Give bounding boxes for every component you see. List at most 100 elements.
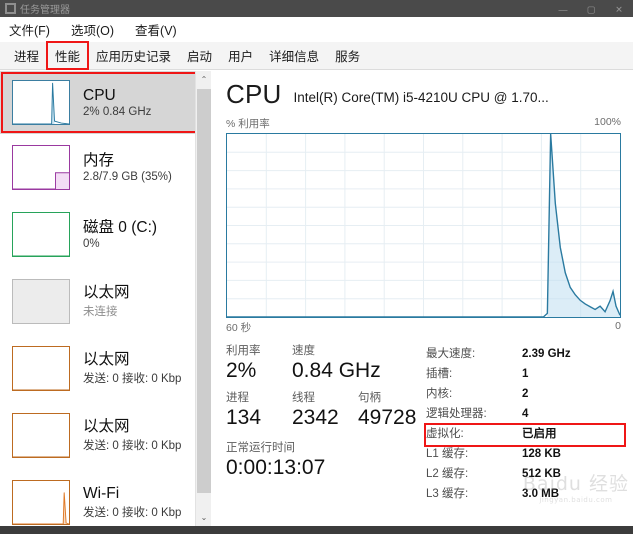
spec-logical-processors-value: 4 xyxy=(522,408,529,420)
spec-virtualization: 虚拟化: 已启用 xyxy=(424,423,626,447)
sidebar-item-ethernet-3-title: 以太网 xyxy=(83,417,130,435)
ethernet-3-thumbnail-chart xyxy=(12,413,70,458)
spec-max-speed: 最大速度: 2.39 GHz xyxy=(426,345,624,365)
sidebar-item-cpu-text: CPU 2% 0.84 GHz xyxy=(83,87,151,119)
sidebar-item-memory[interactable]: 内存 2.8/7.9 GB (35%) xyxy=(0,134,211,201)
menu-bar: 文件(F) 选项(O) 查看(V) xyxy=(0,17,633,41)
sidebar-item-disk-title: 磁盘 0 (C:) xyxy=(83,218,158,236)
graph-y-axis-labels: % 利用率 100% xyxy=(226,116,621,131)
page-title: CPU xyxy=(226,79,282,109)
maximize-button[interactable]: ▢ xyxy=(577,0,605,17)
graph-x-axis-labels: 60 秒 0 xyxy=(226,320,621,335)
spec-cores: 内核: 2 xyxy=(426,385,624,405)
metric-handles-label: 句柄 xyxy=(358,391,381,404)
cpu-specs-column: 最大速度: 2.39 GHz 插槽: 1 内核: 2 逻辑处理器: 4 虚拟化:… xyxy=(424,345,626,505)
tab-performance[interactable]: 性能 xyxy=(46,41,90,70)
metric-processes-value: 134 xyxy=(226,405,262,429)
sidebar-item-disk-sub: 0% xyxy=(83,238,100,251)
spec-cores-value: 2 xyxy=(522,388,529,400)
maximize-icon: ▢ xyxy=(586,4,596,15)
title-bar: 任务管理器 — ▢ ✕ xyxy=(0,0,633,17)
menu-options[interactable]: 选项(O) xyxy=(69,18,123,41)
sidebar-item-ethernet-3-sub: 发送: 0 接收: 0 Kbp xyxy=(83,440,182,453)
cpu-thumbnail-chart xyxy=(12,80,70,125)
sidebar-scrollbar[interactable]: ⌃ ⌄ xyxy=(195,71,211,526)
metric-uptime: 正常运行时间 0:00:13:07 xyxy=(226,439,426,480)
y-axis-label: % 利用率 xyxy=(226,118,270,130)
cpu-header: CPU Intel(R) Core(TM) i5-4210U CPU @ 1.7… xyxy=(226,79,621,110)
spec-l3-cache-value: 3.0 MB xyxy=(522,488,560,500)
tab-processes[interactable]: 进程 xyxy=(6,42,47,69)
spec-l2-cache: L2 缓存: 512 KB xyxy=(426,465,624,485)
spec-l1-cache-key: L1 缓存: xyxy=(426,448,469,460)
tab-details[interactable]: 详细信息 xyxy=(261,42,327,69)
sidebar-item-disk[interactable]: 磁盘 0 (C:) 0% xyxy=(0,201,211,268)
spec-max-speed-value: 2.39 GHz xyxy=(522,348,571,360)
resource-sidebar: CPU 2% 0.84 GHz 内存 2.8/7.9 GB (35%) 磁盘 0… xyxy=(0,71,211,526)
sidebar-item-cpu-title: CPU xyxy=(83,86,116,104)
tab-app-history[interactable]: 应用历史记录 xyxy=(88,42,179,69)
sidebar-item-wifi-sub: 发送: 0 接收: 0 Kbp xyxy=(83,507,182,520)
task-manager-window: 任务管理器 — ▢ ✕ 文件(F) 选项(O) 查看(V) 进程 性能 应用历史… xyxy=(0,0,633,534)
close-icon: ✕ xyxy=(615,4,623,15)
x-axis-right-label: 0 xyxy=(615,320,621,332)
metric-processes-label: 进程 xyxy=(226,391,249,404)
tab-services[interactable]: 服务 xyxy=(327,42,368,69)
spec-l3-cache-key: L3 缓存: xyxy=(426,488,469,500)
sidebar-item-ethernet-1-sub: 未连接 xyxy=(83,306,118,319)
window-controls: — ▢ ✕ xyxy=(549,0,633,17)
scrollbar-thumb[interactable] xyxy=(197,89,211,493)
performance-content: CPU 2% 0.84 GHz 内存 2.8/7.9 GB (35%) 磁盘 0… xyxy=(0,71,633,526)
scroll-down-arrow-icon[interactable]: ⌄ xyxy=(196,509,211,526)
wifi-thumbnail-chart xyxy=(12,480,70,525)
close-button[interactable]: ✕ xyxy=(605,0,633,17)
window-title: 任务管理器 xyxy=(20,5,70,16)
metric-row-2: 进程 134 线程 2342 句柄 49728 xyxy=(226,392,426,430)
minimize-button[interactable]: — xyxy=(549,0,577,17)
metric-row-1: 利用率 2% 速度 0.84 GHz xyxy=(226,345,426,383)
metric-threads-label: 线程 xyxy=(292,391,315,404)
cpu-model-label: Intel(R) Core(TM) i5-4210U CPU @ 1.70... xyxy=(293,90,549,105)
taskmanager-icon xyxy=(5,3,16,14)
metric-handles: 句柄 49728 xyxy=(358,392,424,430)
sidebar-item-ethernet-3-text: 以太网 发送: 0 接收: 0 Kbp xyxy=(83,418,181,454)
sidebar-item-cpu[interactable]: CPU 2% 0.84 GHz xyxy=(0,71,211,134)
metric-utilization: 利用率 2% xyxy=(226,345,292,383)
cpu-graph-svg xyxy=(227,134,620,317)
metric-uptime-label: 正常运行时间 xyxy=(226,441,295,454)
sidebar-item-ethernet-1[interactable]: 以太网 未连接 xyxy=(0,268,211,335)
spec-l1-cache-value: 128 KB xyxy=(522,448,561,460)
spec-l1-cache: L1 缓存: 128 KB xyxy=(426,445,624,465)
metric-speed-label: 速度 xyxy=(292,345,315,357)
ethernet-1-thumbnail-chart xyxy=(12,279,70,324)
tab-startup[interactable]: 启动 xyxy=(179,42,220,69)
cpu-stats: 利用率 2% 速度 0.84 GHz 进程 134 线程 2342 句柄 497… xyxy=(226,345,626,505)
metric-processes: 进程 134 xyxy=(226,392,292,430)
sidebar-item-wifi[interactable]: Wi-Fi 发送: 0 接收: 0 Kbp xyxy=(0,469,211,526)
sidebar-item-ethernet-1-text: 以太网 未连接 xyxy=(83,284,130,320)
sidebar-item-ethernet-2-text: 以太网 发送: 0 接收: 0 Kbp xyxy=(83,351,181,387)
y-axis-max-label: 100% xyxy=(594,116,621,128)
sidebar-item-memory-title: 内存 xyxy=(83,151,115,169)
spec-sockets-key: 插槽: xyxy=(426,368,453,380)
sidebar-item-ethernet-2-sub: 发送: 0 接收: 0 Kbp xyxy=(83,373,182,386)
sidebar-item-cpu-sub: 2% 0.84 GHz xyxy=(83,106,152,119)
scroll-up-arrow-icon[interactable]: ⌃ xyxy=(196,71,211,88)
sidebar-item-wifi-title: Wi-Fi xyxy=(83,484,120,502)
cpu-utilization-graph xyxy=(226,133,621,318)
spec-virtualization-key: 虚拟化: xyxy=(426,428,464,440)
sidebar-item-disk-text: 磁盘 0 (C:) 0% xyxy=(83,219,157,251)
sidebar-item-ethernet-2[interactable]: 以太网 发送: 0 接收: 0 Kbp xyxy=(0,335,211,402)
sidebar-item-ethernet-3[interactable]: 以太网 发送: 0 接收: 0 Kbp xyxy=(0,402,211,469)
cpu-details-pane: CPU Intel(R) Core(TM) i5-4210U CPU @ 1.7… xyxy=(212,71,633,526)
tab-users[interactable]: 用户 xyxy=(220,42,261,69)
spec-l2-cache-value: 512 KB xyxy=(522,468,561,480)
tab-bar: 进程 性能 应用历史记录 启动 用户 详细信息 服务 xyxy=(0,41,633,70)
window-bottom-bar xyxy=(0,526,633,534)
spec-logical-processors-key: 逻辑处理器: xyxy=(426,408,487,420)
menu-view[interactable]: 查看(V) xyxy=(133,18,186,41)
metric-utilization-label: 利用率 xyxy=(226,345,261,357)
spec-sockets-value: 1 xyxy=(522,368,529,380)
menu-file[interactable]: 文件(F) xyxy=(7,18,59,41)
sidebar-item-memory-sub: 2.8/7.9 GB (35%) xyxy=(83,171,172,184)
